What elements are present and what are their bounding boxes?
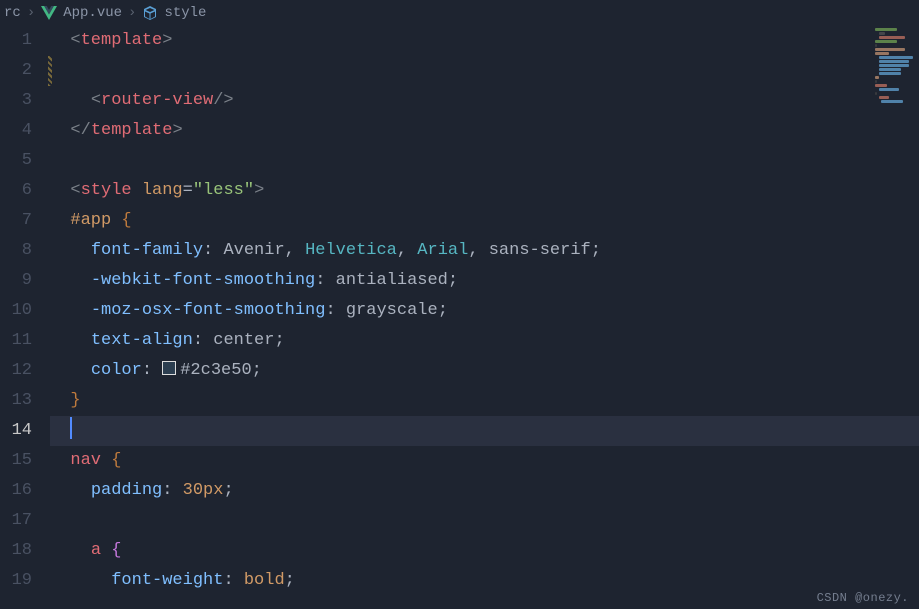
- code-line[interactable]: padding: 30px;: [50, 476, 919, 506]
- code-line[interactable]: </template>: [50, 116, 919, 146]
- line-number: 15: [0, 446, 32, 476]
- code-line[interactable]: [50, 146, 919, 176]
- line-number: 14: [0, 416, 32, 446]
- breadcrumb-symbol[interactable]: style: [164, 5, 206, 21]
- code-content[interactable]: <template> <router-view/> </template> <s…: [50, 26, 919, 596]
- line-number: 18: [0, 536, 32, 566]
- code-line[interactable]: a {: [50, 536, 919, 566]
- line-number: 8: [0, 236, 32, 266]
- watermark: CSDN @onezy.: [817, 591, 909, 605]
- color-swatch-icon: [162, 361, 176, 375]
- code-line[interactable]: nav {: [50, 446, 919, 476]
- code-line[interactable]: [50, 416, 919, 446]
- minimap[interactable]: [875, 28, 913, 148]
- line-number: 11: [0, 326, 32, 356]
- code-editor[interactable]: 1 2 3 4 5 6 7 8 9 10 11 12 13 14 15 16 1…: [0, 26, 919, 596]
- line-number: 16: [0, 476, 32, 506]
- line-number: 7: [0, 206, 32, 236]
- code-line[interactable]: -moz-osx-font-smoothing: grayscale;: [50, 296, 919, 326]
- chevron-right-icon: ›: [128, 5, 136, 21]
- breadcrumb[interactable]: rc › App.vue › style: [0, 0, 919, 26]
- code-line[interactable]: [50, 56, 919, 86]
- code-line[interactable]: font-weight: bold;: [50, 566, 919, 596]
- code-line[interactable]: text-align: center;: [50, 326, 919, 356]
- vue-icon: [41, 6, 57, 20]
- line-number: 17: [0, 506, 32, 536]
- code-line[interactable]: [50, 506, 919, 536]
- code-line[interactable]: #app {: [50, 206, 919, 236]
- line-number: 4: [0, 116, 32, 146]
- gutter: 1 2 3 4 5 6 7 8 9 10 11 12 13 14 15 16 1…: [0, 26, 50, 596]
- line-number: 10: [0, 296, 32, 326]
- line-number: 9: [0, 266, 32, 296]
- code-line[interactable]: -webkit-font-smoothing: antialiased;: [50, 266, 919, 296]
- code-line[interactable]: <template>: [50, 26, 919, 56]
- breadcrumb-file[interactable]: App.vue: [63, 5, 122, 21]
- line-number: 13: [0, 386, 32, 416]
- code-line[interactable]: }: [50, 386, 919, 416]
- code-line[interactable]: color: #2c3e50;: [50, 356, 919, 386]
- code-line[interactable]: font-family: Avenir, Helvetica, Arial, s…: [50, 236, 919, 266]
- chevron-right-icon: ›: [27, 5, 35, 21]
- line-number: 12: [0, 356, 32, 386]
- line-number: 2: [0, 56, 32, 86]
- cube-icon: [142, 5, 158, 21]
- line-number: 5: [0, 146, 32, 176]
- line-number: 3: [0, 86, 32, 116]
- line-number: 1: [0, 26, 32, 56]
- line-number: 6: [0, 176, 32, 206]
- code-line[interactable]: <style lang="less">: [50, 176, 919, 206]
- line-number: 19: [0, 566, 32, 596]
- cursor: [70, 417, 72, 439]
- breadcrumb-root[interactable]: rc: [4, 5, 21, 21]
- code-line[interactable]: <router-view/>: [50, 86, 919, 116]
